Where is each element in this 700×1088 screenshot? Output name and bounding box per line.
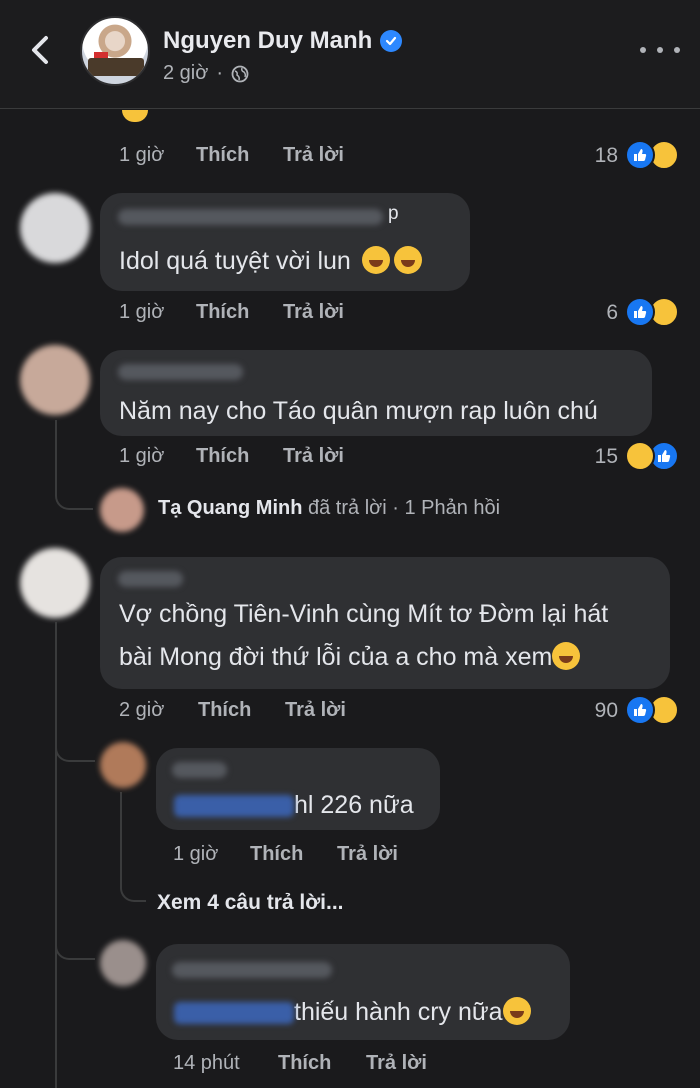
thread-connector [55,922,95,960]
reply-link[interactable]: Trả lời [366,1052,427,1075]
reply-time: 1 giờ [173,843,219,865]
comment-text-line1: Vợ chồng Tiên-Vinh cùng Mít tơ Đờm lại h… [119,600,609,628]
more-options-button[interactable] [640,40,680,60]
reply-text: thiếu hành cry nữa [174,997,531,1027]
like-link[interactable]: Thích [250,843,303,866]
reply-link[interactable]: Trả lời [337,843,398,866]
back-button[interactable] [22,30,58,70]
mention-tag[interactable] [174,1002,294,1025]
post-time-text: 2 giờ [163,62,209,84]
reactions[interactable] [625,695,679,725]
more-dot-icon [640,47,646,53]
thread-connector [55,420,93,510]
haha-reaction-icon [625,441,655,471]
reply-link[interactable]: Trả lời [283,301,344,324]
reactions[interactable] [625,441,679,471]
reaction-count: 18 [594,144,618,167]
comment-time: 1 giờ [119,144,165,166]
thread-connector [55,722,95,762]
globe-icon [231,65,249,82]
reactions[interactable] [625,297,679,327]
post-time: 2 giờ · [163,62,249,85]
comment-time: 2 giờ [119,699,165,721]
author-name[interactable]: Nguyen Duy Manh [163,27,403,55]
laughing-emoji-icon [393,246,422,275]
commenter-avatar[interactable] [20,345,90,415]
like-link[interactable]: Thích [278,1052,331,1075]
emoji-haha-icon [122,110,148,122]
post-header: Nguyen Duy Manh 2 giờ · [0,0,700,109]
like-link[interactable]: Thích [196,445,249,468]
replier-avatar[interactable] [100,940,146,986]
comment-time: 1 giờ [119,301,165,323]
author-name-text: Nguyen Duy Manh [163,27,373,54]
see-more-replies-link[interactable]: Xem 4 câu trả lời... [157,891,344,915]
reaction-count: 6 [606,301,618,324]
reply-link[interactable]: Trả lời [285,699,346,722]
sweat-smile-emoji-icon [502,997,531,1026]
laughing-emoji-icon [361,246,390,275]
reply-time: 14 phút [173,1052,240,1074]
reply-link[interactable]: Trả lời [283,445,344,468]
reactions[interactable] [625,140,679,170]
like-link[interactable]: Thích [196,144,249,167]
thread-connector [55,622,57,1088]
more-dot-icon [657,47,663,53]
replier-avatar[interactable] [100,742,146,788]
commenter-avatar[interactable] [20,193,90,263]
replier-avatar[interactable] [100,488,144,532]
like-reaction-icon [625,695,655,725]
laughing-emoji-icon [552,642,581,671]
more-dot-icon [674,47,680,53]
thread-connector [120,792,146,902]
commenter-name-suffix: p [388,203,399,224]
reply-text: hl 226 nữa [174,791,414,820]
comment-time: 1 giờ [119,445,165,467]
comment-text: Năm nay cho Táo quân mượn rap luôn chú [119,397,598,425]
reaction-count: 90 [594,699,618,722]
like-reaction-icon [625,297,655,327]
verified-badge-icon [380,30,403,52]
like-link[interactable]: Thích [198,699,251,722]
comment-text: Idol quá tuyệt vời lun [119,246,422,276]
like-link[interactable]: Thích [196,301,249,324]
mention-tag[interactable] [174,795,294,818]
reply-link[interactable]: Trả lời [283,144,344,167]
reply-summary[interactable]: Tạ Quang Minh đã trả lời · 1 Phản hồi [158,497,500,520]
author-avatar[interactable] [80,16,150,86]
comment-text-line2: bài Mong đời thứ lỗi của a cho mà xem [119,642,581,672]
commenter-avatar[interactable] [20,548,90,618]
chevron-left-icon [32,36,48,64]
reaction-count: 15 [594,445,618,468]
like-reaction-icon [625,140,655,170]
